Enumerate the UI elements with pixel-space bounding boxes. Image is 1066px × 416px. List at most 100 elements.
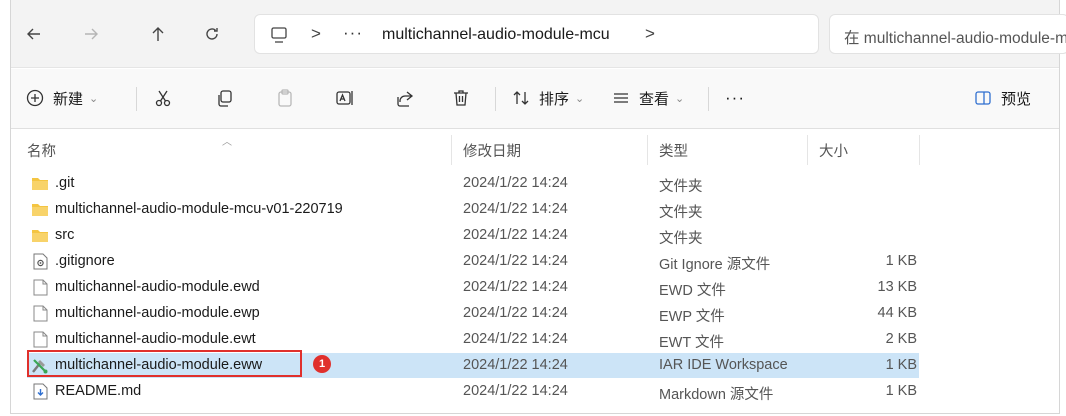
file-size: 1 KB	[885, 383, 917, 399]
share-icon	[397, 91, 414, 107]
computer-icon	[271, 27, 287, 43]
file-type: 文件夹	[659, 179, 703, 195]
file-name: .gitignore	[55, 253, 115, 269]
refresh-button[interactable]	[197, 20, 227, 48]
file-row[interactable]: src 2024/1/22 14:24 文件夹	[27, 223, 919, 248]
file-type: Git Ignore 源文件	[659, 257, 771, 273]
plus-circle-icon	[26, 89, 44, 107]
preview-pane-button[interactable]: 预览	[973, 83, 1031, 113]
file-name: README.md	[55, 383, 142, 399]
refresh-icon	[206, 28, 218, 40]
column-header-name[interactable]: 名称	[27, 140, 56, 161]
breadcrumb-separator: >	[311, 24, 321, 43]
file-date: 2024/1/22 14:24	[463, 279, 568, 295]
view-lines-icon	[614, 93, 628, 103]
file-row[interactable]: multichannel-audio-module.ewt 2024/1/22 …	[27, 327, 919, 352]
settings-file-icon	[33, 253, 48, 270]
more-icon: ···	[725, 88, 745, 107]
chevron-down-icon: ⌄	[575, 92, 585, 105]
file-type: EWP 文件	[659, 309, 725, 325]
preview-label: 预览	[1001, 90, 1032, 108]
file-explorer-window: > ··· multichannel-audio-module-mcu > 在 …	[10, 0, 1066, 414]
toolbar-divider	[136, 87, 137, 111]
file-size: 2 KB	[885, 331, 917, 347]
breadcrumb-overflow[interactable]: ···	[343, 23, 363, 43]
folder-icon	[32, 230, 48, 242]
trash-icon	[454, 90, 468, 106]
file-date: 2024/1/22 14:24	[463, 383, 568, 399]
column-divider[interactable]	[451, 135, 452, 165]
breadcrumb-separator-end[interactable]: >	[645, 24, 655, 44]
column-header-modified[interactable]: 修改日期	[463, 140, 521, 161]
file-date: 2024/1/22 14:24	[463, 227, 568, 243]
search-placeholder: 在 multichannel-audio-module-mcu 中搜索	[844, 30, 1066, 47]
file-row[interactable]: multichannel-audio-module.ewp 2024/1/22 …	[27, 301, 919, 326]
file-size: 44 KB	[877, 305, 918, 321]
file-size: 13 KB	[877, 279, 918, 295]
new-label: 新建	[53, 90, 84, 108]
file-name: multichannel-audio-module.ewt	[55, 331, 256, 347]
address-bar[interactable]: > ··· multichannel-audio-module-mcu >	[254, 14, 819, 54]
file-size: 1 KB	[885, 357, 917, 373]
file-date: 2024/1/22 14:24	[463, 201, 568, 217]
file-date: 2024/1/22 14:24	[463, 331, 568, 347]
folder-icon	[32, 178, 48, 190]
sort-icon	[513, 91, 529, 105]
folder-icon	[32, 204, 48, 216]
column-divider[interactable]	[919, 135, 920, 165]
file-type: EWD 文件	[659, 283, 726, 299]
column-header-row: ︿ 名称 修改日期 类型 大小	[11, 129, 1059, 165]
breadcrumb-current-folder[interactable]: multichannel-audio-module-mcu	[382, 26, 610, 44]
file-type: Markdown 源文件	[659, 387, 774, 403]
chevron-down-icon: ⌄	[89, 92, 99, 105]
markdown-file-icon	[33, 383, 48, 400]
file-name: .git	[55, 175, 75, 191]
file-name: src	[55, 227, 75, 243]
toolbar-divider	[495, 87, 496, 111]
column-header-type[interactable]: 类型	[659, 140, 688, 161]
file-size: 1 KB	[885, 253, 917, 269]
search-input[interactable]: 在 multichannel-audio-module-mcu 中搜索	[829, 14, 1066, 54]
column-header-size[interactable]: 大小	[819, 140, 848, 161]
back-button[interactable]	[19, 20, 49, 48]
file-type: 文件夹	[659, 231, 703, 247]
file-name: multichannel-audio-module.ewp	[55, 305, 260, 321]
file-row[interactable]: multichannel-audio-module.ewd 2024/1/22 …	[27, 275, 919, 300]
blank-file-icon	[33, 305, 48, 322]
more-button[interactable]: ···	[725, 83, 745, 113]
delete-button[interactable]	[451, 83, 471, 113]
view-button[interactable]: 查看 ⌄	[611, 83, 684, 113]
file-date: 2024/1/22 14:24	[463, 357, 568, 373]
file-date: 2024/1/22 14:24	[463, 305, 568, 321]
rename-button[interactable]	[335, 83, 355, 113]
cut-button[interactable]	[153, 83, 173, 113]
file-row[interactable]: .gitignore 2024/1/22 14:24 Git Ignore 源文…	[27, 249, 919, 274]
chevron-down-icon: ⌄	[675, 92, 685, 105]
column-divider[interactable]	[647, 135, 648, 165]
view-label: 查看	[639, 90, 670, 108]
column-divider[interactable]	[807, 135, 808, 165]
clipboard-icon	[278, 89, 292, 107]
share-button[interactable]	[395, 83, 415, 113]
address-bar-row: > ··· multichannel-audio-module-mcu > 在 …	[11, 0, 1066, 68]
file-row[interactable]: README.md 2024/1/22 14:24 Markdown 源文件 1…	[27, 379, 919, 404]
preview-pane-icon	[975, 91, 991, 105]
new-button[interactable]: 新建 ⌄	[25, 83, 98, 113]
paste-button[interactable]	[275, 83, 295, 113]
command-bar: 新建 ⌄ 排序 ⌄ 查看 ⌄ ··· 预览	[11, 69, 1059, 129]
up-button[interactable]	[143, 20, 173, 48]
scissors-icon	[155, 90, 171, 107]
forward-button[interactable]	[76, 20, 106, 48]
copy-icon	[218, 90, 232, 107]
file-name: multichannel-audio-module-mcu-v01-220719	[55, 201, 343, 217]
file-name: multichannel-audio-module.ewd	[55, 279, 260, 295]
blank-file-icon	[33, 331, 48, 348]
sort-button[interactable]: 排序 ⌄	[511, 83, 584, 113]
file-row[interactable]: multichannel-audio-module-mcu-v01-220719…	[27, 197, 919, 222]
rename-icon	[336, 91, 353, 105]
copy-button[interactable]	[215, 83, 235, 113]
sort-label: 排序	[539, 90, 570, 108]
sort-ascending-icon: ︿	[222, 137, 232, 148]
file-row[interactable]: .git 2024/1/22 14:24 文件夹	[27, 171, 919, 196]
file-date: 2024/1/22 14:24	[463, 253, 568, 269]
